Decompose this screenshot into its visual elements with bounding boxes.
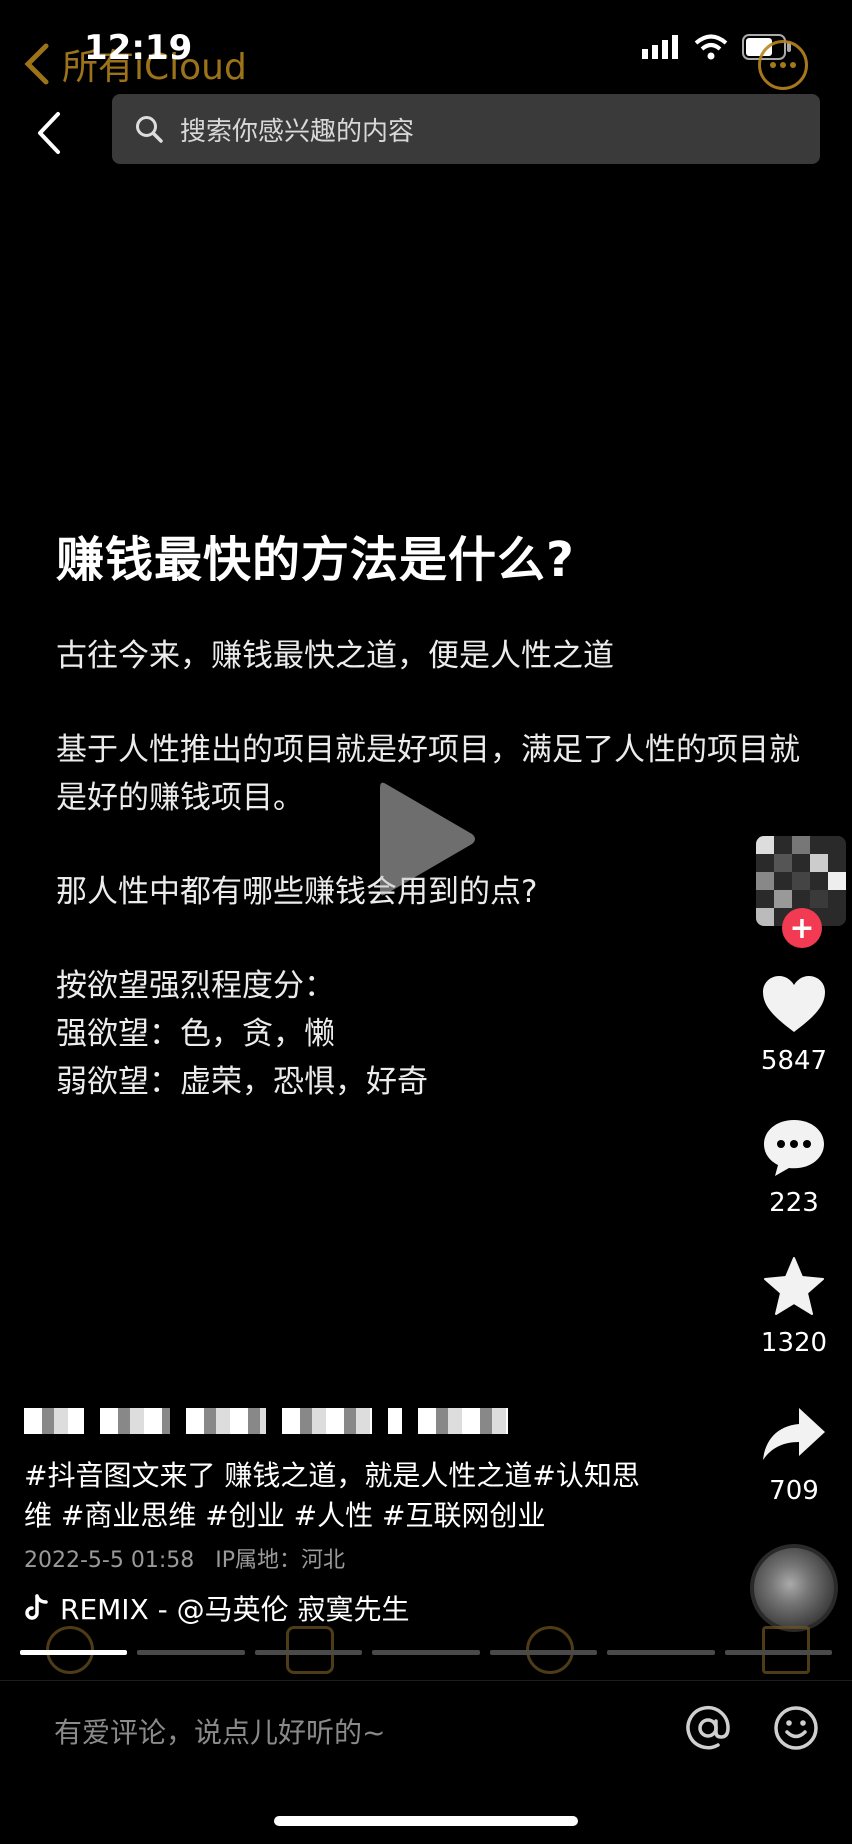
at-sign-icon[interactable] bbox=[684, 1704, 732, 1752]
page-progress bbox=[20, 1650, 832, 1655]
search-placeholder: 搜索你感兴趣的内容 bbox=[180, 116, 415, 147]
tiktok-note-icon bbox=[25, 1594, 48, 1620]
progress-segment bbox=[489, 1650, 598, 1655]
post-title: 赚钱最快的方法是什么? bbox=[56, 532, 575, 588]
share-arrow-icon bbox=[763, 1408, 825, 1460]
list-item: 强欲望：色，贪，懒 bbox=[56, 1016, 335, 1052]
more-options-button[interactable] bbox=[758, 40, 808, 90]
list-item: 弱欲望：虚荣，恐惧，好奇 bbox=[56, 1064, 428, 1100]
heart-icon bbox=[763, 976, 825, 1032]
progress-segment bbox=[254, 1650, 363, 1655]
post-caption[interactable]: #抖音图文来了 赚钱之道，就是人性之道#认知思维 #商业思维 #创业 #人性 #… bbox=[24, 1456, 664, 1536]
progress-segment bbox=[137, 1650, 245, 1655]
smiley-icon[interactable] bbox=[772, 1704, 820, 1752]
ghost-toolbar bbox=[0, 1626, 852, 1686]
speech-bubble-icon bbox=[764, 1120, 824, 1176]
progress-segment bbox=[607, 1650, 715, 1655]
list-heading: 按欲望强烈程度分： bbox=[56, 968, 335, 1004]
share-count: 709 bbox=[769, 1476, 819, 1506]
ip-location: IP属地：河北 bbox=[215, 1548, 346, 1573]
music-title: REMIX - @马英伦 寂寞先生 bbox=[60, 1593, 410, 1626]
star-icon bbox=[764, 1257, 824, 1315]
magnifier-icon bbox=[136, 116, 163, 143]
comment-count: 223 bbox=[769, 1188, 819, 1218]
music-info[interactable]: REMIX - @马英伦 寂寞先生 bbox=[24, 1588, 410, 1628]
play-icon[interactable] bbox=[372, 774, 482, 904]
music-disc[interactable] bbox=[750, 1544, 838, 1632]
progress-segment bbox=[724, 1650, 832, 1655]
post-paragraph: 古往今来，赚钱最快之道，便是人性之道 bbox=[56, 638, 614, 674]
favorite-count: 1320 bbox=[760, 1328, 828, 1358]
author-name[interactable] bbox=[24, 1408, 508, 1434]
favorite-button[interactable]: 1320 bbox=[748, 1256, 840, 1358]
home-indicator[interactable] bbox=[274, 1816, 578, 1826]
signal-icon bbox=[642, 35, 678, 59]
post-meta: 2022-5-5 01:58 IP属地：河北 bbox=[24, 1542, 345, 1574]
comment-button[interactable]: 223 bbox=[748, 1116, 840, 1218]
status-time: 12:19 bbox=[84, 28, 193, 68]
post-date: 2022-5-5 01:58 bbox=[24, 1548, 195, 1573]
follow-button[interactable]: + bbox=[782, 908, 822, 948]
back-arrow-icon[interactable] bbox=[30, 108, 70, 158]
chevron-left-icon bbox=[24, 43, 49, 85]
search-input[interactable]: 搜索你感兴趣的内容 bbox=[112, 94, 820, 164]
like-count: 5847 bbox=[760, 1046, 828, 1076]
share-button[interactable]: 709 bbox=[748, 1404, 840, 1506]
like-button[interactable]: 5847 bbox=[748, 974, 840, 1076]
comment-input[interactable]: 有爱评论，说点儿好听的~ bbox=[54, 1711, 385, 1751]
wifi-icon bbox=[694, 34, 728, 60]
progress-segment bbox=[372, 1650, 480, 1655]
progress-segment bbox=[20, 1650, 128, 1655]
